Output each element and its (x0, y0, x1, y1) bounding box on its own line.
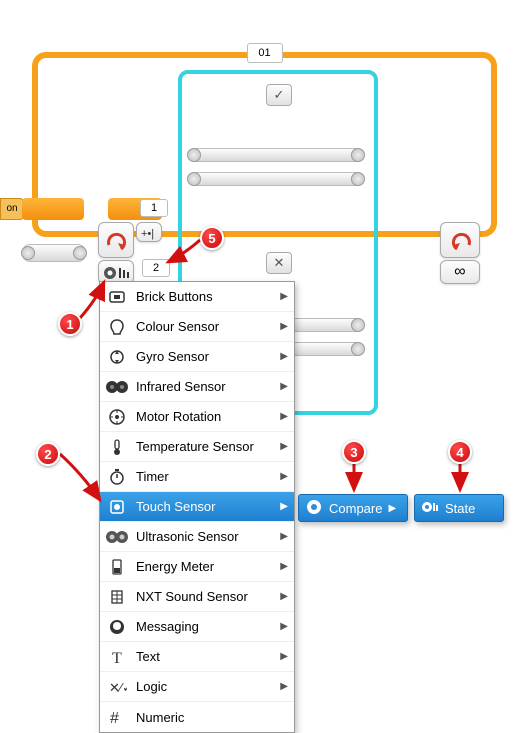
svg-text:#: # (110, 710, 119, 727)
callout-2: 2 (36, 442, 60, 466)
menu-item-label: Numeric (136, 710, 288, 725)
callout-5: 5 (200, 226, 224, 250)
callout-3: 3 (342, 440, 366, 464)
numeric-icon: # (104, 706, 130, 728)
callout-1: 1 (58, 312, 82, 336)
callout-4: 4 (448, 440, 472, 464)
